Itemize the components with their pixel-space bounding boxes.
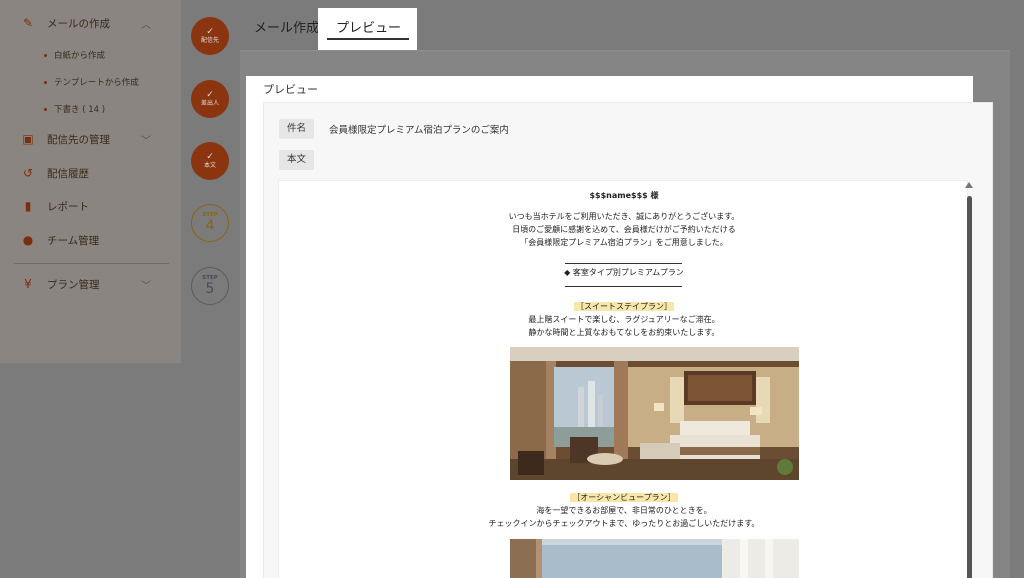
nav-divider (14, 263, 169, 264)
team-icon: ● (22, 233, 34, 247)
nav-history-label: 配信履歴 (47, 167, 89, 180)
nav-compose[interactable]: ✎ メールの作成 ︿ (0, 8, 181, 38)
plan-ocean-line: 海を一望できるお部屋で、非日常のひとときを。 (536, 506, 712, 515)
plan-title-suite: ［スイートステイプラン］ (574, 302, 674, 311)
chevron-down-icon: ﹀ (141, 280, 151, 292)
section-heading: ◆ 客室タイプ別プレミアムプラン (564, 268, 684, 277)
check-icon: ✓ (206, 89, 214, 100)
email-intro-line: 「会員様限定プレミアム宿泊プラン」をご用意しました。 (520, 238, 728, 247)
ocean-room-photo (510, 539, 799, 578)
tab-preview[interactable]: プレビュー (336, 17, 401, 36)
step-2[interactable]: ✓ 差出人 (191, 80, 229, 118)
nav-sub-drafts-label: 下書き ( 14 ) (54, 105, 106, 115)
email-intro-line: いつも当ホテルをご利用いただき、誠にありがとうございます。 (508, 212, 740, 221)
nav-team[interactable]: ● チーム管理 (0, 225, 181, 255)
chevron-up-icon: ︿ (141, 19, 151, 31)
suite-room-photo (510, 347, 799, 480)
scrollbar-thumb[interactable] (967, 196, 972, 578)
step-4-number: 4 (205, 218, 215, 234)
step-4[interactable]: STEP 4 (191, 204, 229, 242)
plan-title-ocean: ［オーシャンビュープラン］ (570, 493, 678, 502)
plan-suite-line: 最上階スイートで楽しむ、ラグジュアリーなご滞在。 (528, 315, 720, 324)
email-intro-line: 日頃のご愛顧に感謝を込めて、会員様だけがご予約いただける (512, 225, 736, 234)
nav-sub-template-label: テンプレートから作成 (54, 78, 139, 88)
subject-label: 件名 (279, 119, 314, 139)
nav-recipients[interactable]: ▣ 配信先の管理 ﹀ (0, 124, 181, 154)
pencil-icon: ✎ (22, 16, 34, 30)
nav-plan[interactable]: ¥ プラン管理 ﹀ (0, 269, 181, 299)
preview-modal: プレビュー 件名 会員様限定プレミアム宿泊プランのご案内 本文 $$$name$… (246, 76, 993, 578)
section-rule-bottom (565, 286, 682, 287)
email-body[interactable]: $$$name$$$ 様 いつも当ホテルをご利用いただき、誠にありがとうございま… (278, 180, 968, 578)
nav-sub-blank-label: 白紙から作成 (54, 51, 106, 61)
nav-report[interactable]: ▮ レポート (0, 191, 181, 221)
step-1[interactable]: ✓ 配信先 (191, 17, 229, 55)
tab-active-indicator (327, 38, 409, 40)
nav-sub-template[interactable]: テンプレートから作成 (44, 76, 139, 88)
chevron-down-icon: ﹀ (141, 135, 151, 147)
nav-sub-drafts[interactable]: 下書き ( 14 ) (44, 103, 105, 115)
plan-ocean-line: チェックインからチェックアウトまで、ゆったりとお過ごしいただけます。 (488, 519, 760, 528)
nav-plan-label: プラン管理 (47, 278, 100, 291)
sidebar: ✎ メールの作成 ︿ 白紙から作成 テンプレートから作成 下書き ( 14 ) … (0, 0, 181, 363)
bar-chart-icon: ▮ (24, 199, 32, 213)
contact-card-icon: ▣ (22, 132, 34, 146)
nav-compose-label: メールの作成 (47, 17, 110, 30)
check-icon: ✓ (206, 26, 214, 37)
section-rule-top (565, 263, 682, 264)
yen-icon: ¥ (24, 277, 32, 291)
tab-compose[interactable]: メール作成 (254, 17, 319, 36)
step-5[interactable]: STEP 5 (191, 267, 229, 305)
scroll-up-arrow-icon[interactable] (965, 182, 973, 188)
bullet-icon (44, 107, 47, 111)
email-greeting: $$$name$$$ 様 (589, 191, 659, 200)
nav-recipients-label: 配信先の管理 (47, 133, 110, 146)
nav-sub-blank[interactable]: 白紙から作成 (44, 49, 105, 61)
modal-title: プレビュー (263, 83, 318, 96)
nav-report-label: レポート (47, 200, 89, 213)
nav-team-label: チーム管理 (47, 234, 100, 247)
body-label: 本文 (279, 150, 314, 170)
step-2-label: 差出人 (200, 99, 219, 107)
bullet-icon (44, 80, 47, 84)
bullet-icon (44, 53, 47, 57)
check-icon: ✓ (206, 151, 214, 162)
step-3-label: 本文 (203, 161, 216, 169)
subject-value: 会員様限定プレミアム宿泊プランのご案内 (329, 125, 509, 136)
nav-history[interactable]: ↺ 配信履歴 (0, 158, 181, 188)
plan-suite-line: 静かな時間と上質なおもてなしをお約束いたします。 (528, 328, 720, 337)
step-1-label: 配信先 (200, 36, 219, 44)
step-3[interactable]: ✓ 本文 (191, 142, 229, 180)
history-icon: ↺ (22, 166, 34, 180)
step-5-number: 5 (205, 281, 215, 297)
